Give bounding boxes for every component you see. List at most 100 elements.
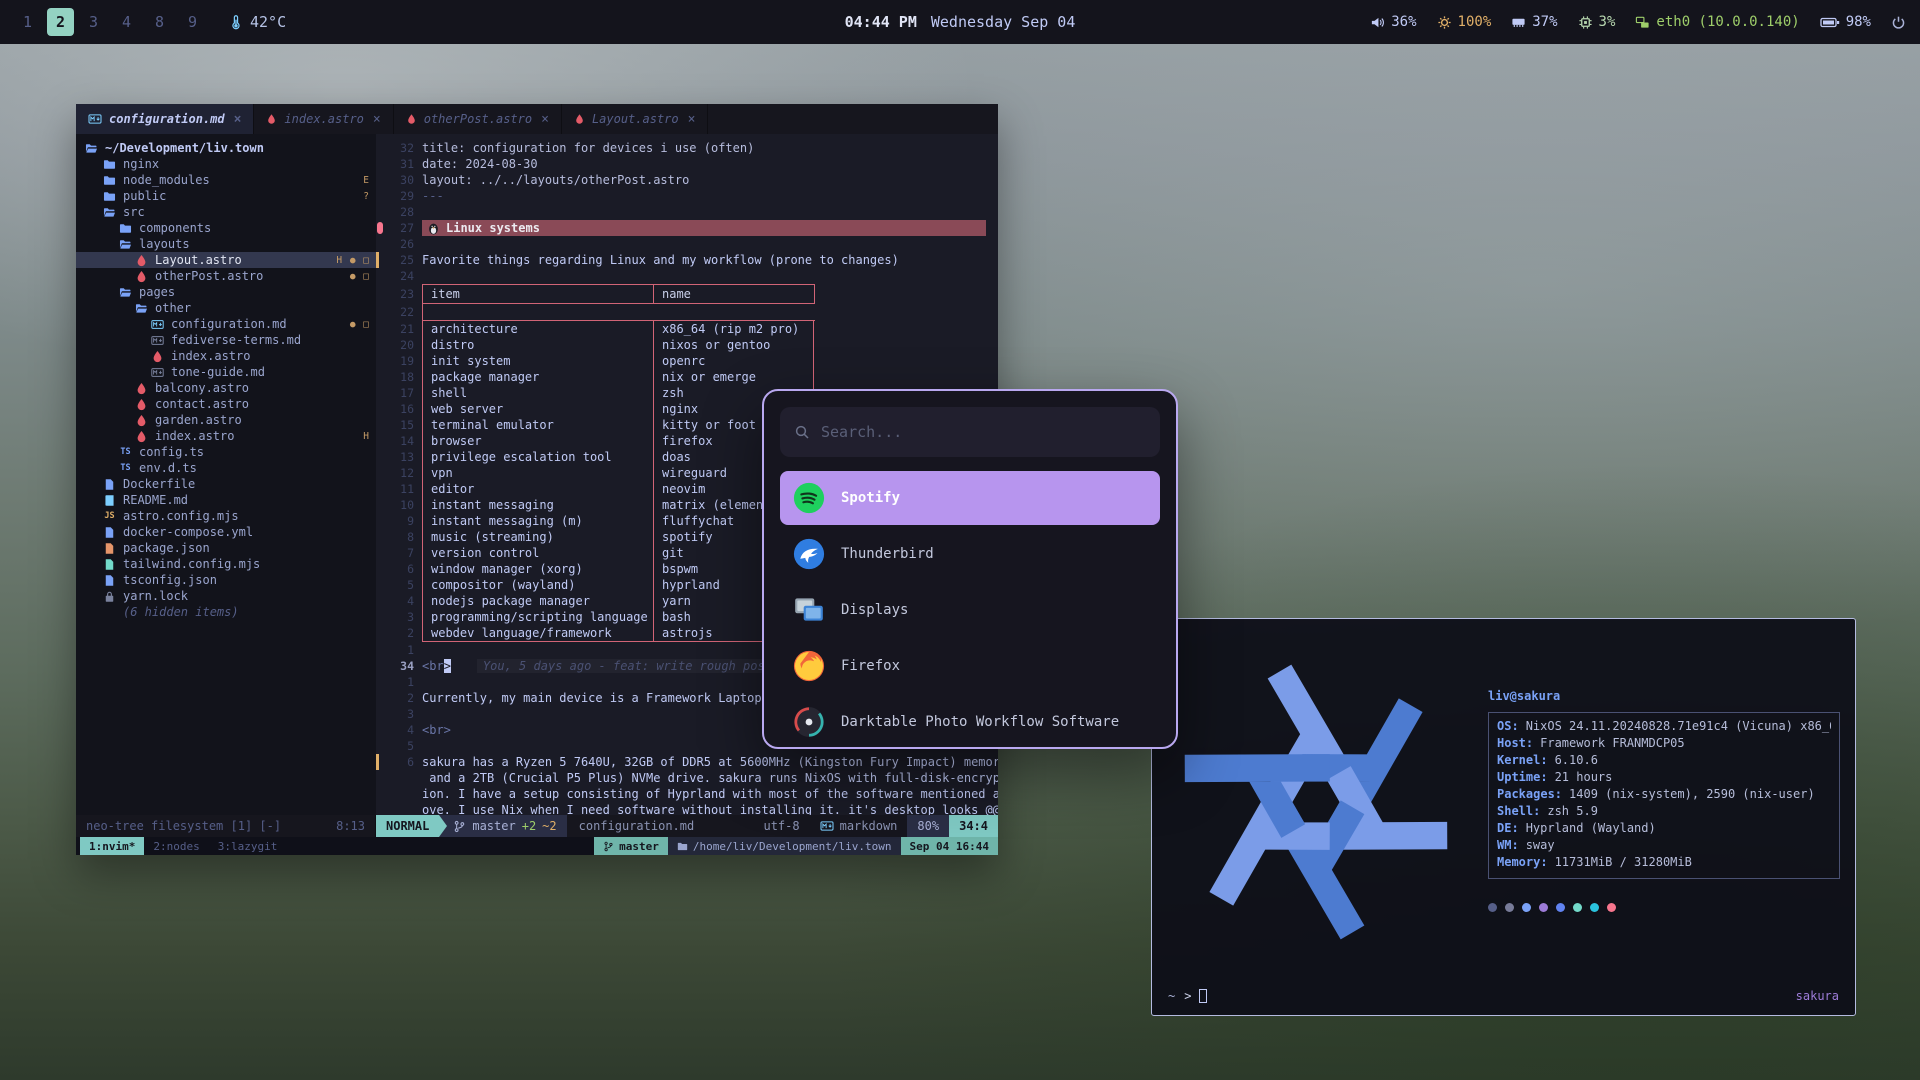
tree-item[interactable]: tailwind.config.mjs [76,556,376,572]
table-cell-item: editor [422,481,654,497]
cpu-module[interactable]: 3% [1578,14,1616,30]
workspace-1[interactable]: 1 [14,8,41,36]
table-cell-item: music (streaming) [422,529,654,545]
tab-configuration-md[interactable]: configuration.md × [76,104,254,134]
tree-item[interactable]: contact.astro [76,396,376,412]
search-input[interactable]: Search... [780,407,1160,457]
tree-item[interactable]: package.json [76,540,376,556]
battery-module[interactable]: 98% [1820,14,1871,30]
tree-item[interactable]: nginx [76,156,376,172]
editor-line-heading: 27 Linux systems [376,220,998,236]
workspace-2-active[interactable]: 2 [47,8,74,36]
close-icon[interactable]: × [688,112,696,127]
file-type-icon [135,398,148,411]
frontmatter-block: 32 title: configuration for devices i us… [376,140,998,204]
table-cell-name: x86_64 (rip m2 pro) [654,321,814,337]
editor-line: 26 [376,236,998,252]
git-status-marks: ? [357,191,370,202]
tree-item[interactable]: pages [76,284,376,300]
markdown-icon [820,820,834,832]
launcher-item-darktable[interactable]: Darktable Photo Workflow Software [780,695,1160,749]
info-value: sway [1526,838,1555,855]
info-label: Shell: [1497,804,1540,821]
tree-item[interactable]: index.astro H [76,428,376,444]
file-type-icon [103,478,116,491]
close-icon[interactable]: × [541,112,549,127]
tree-item[interactable]: tone-guide.md [76,364,376,380]
tree-item[interactable]: balcony.astro [76,380,376,396]
tree-item[interactable]: README.md [76,492,376,508]
tree-item[interactable]: ~/Development/liv.town [76,140,376,156]
markdown-icon [88,113,102,125]
close-icon[interactable]: × [373,112,381,127]
editor-line-intro: 25 Favorite things regarding Linux and m… [376,252,998,268]
tab-layout-astro[interactable]: Layout.astro × [562,104,709,134]
tree-item[interactable]: garden.astro [76,412,376,428]
tmux-windows: 1:nvim* 2:nodes 3:lazygit [80,837,286,855]
workspace-4[interactable]: 4 [113,8,140,36]
palette-dot [1522,903,1531,912]
tree-item[interactable]: TS env.d.ts [76,460,376,476]
tree-item[interactable]: fediverse-terms.md [76,332,376,348]
spotify-icon [792,481,826,515]
tree-item[interactable]: components [76,220,376,236]
clock: 04:44 PM Wednesday Sep 04 [845,13,1076,31]
tree-item[interactable]: TS config.ts [76,444,376,460]
tree-item-label: fediverse-terms.md [171,333,301,347]
workspace-8[interactable]: 8 [146,8,173,36]
file-type-icon [103,526,116,539]
gear-icon [1437,15,1452,30]
tmux-window[interactable]: 1:nvim* [80,837,144,855]
editor-line: 6 sakura has a Ryzen 5 7640U, 32GB of DD… [376,754,998,770]
battery-value: 98% [1846,14,1871,30]
close-icon[interactable]: × [234,112,242,127]
info-value: NixOS 24.11.20240828.71e91c4 (Vicuna) x8… [1526,719,1831,736]
file-type-icon [103,190,116,203]
tree-item[interactable]: yarn.lock [76,588,376,604]
tree-item[interactable]: Layout.astro H ● □ [76,252,376,268]
git-status-marks: ● □ [344,271,370,282]
tab-index-astro[interactable]: index.astro × [254,104,393,134]
file-type-icon [103,174,116,187]
tree-item[interactable]: layouts [76,236,376,252]
tree-item-label: balcony.astro [155,381,249,395]
volume-module[interactable]: 36% [1370,14,1416,30]
power-button[interactable] [1891,15,1906,30]
tree-item[interactable]: JS astro.config.mjs [76,508,376,524]
launcher-item-thunderbird[interactable]: Thunderbird [780,527,1160,581]
tree-item[interactable]: Dockerfile [76,476,376,492]
diagnostic-sign [376,220,386,236]
tree-item[interactable]: (6 hidden items) [76,604,376,620]
workspace-9[interactable]: 9 [179,8,206,36]
tree-item[interactable]: public ? [76,188,376,204]
tree-item[interactable]: index.astro [76,348,376,364]
tmux-window[interactable]: 3:lazygit [209,837,287,855]
memory-module[interactable]: 37% [1511,14,1557,30]
tree-item[interactable]: docker-compose.yml [76,524,376,540]
tree-item[interactable]: other [76,300,376,316]
network-module[interactable]: eth0 (10.0.0.140) [1635,14,1799,30]
memory-value: 37% [1532,14,1557,30]
git-change-sign [376,722,386,738]
workspace-3[interactable]: 3 [80,8,107,36]
backlight-module[interactable]: 100% [1437,14,1492,30]
tree-item-label: tone-guide.md [171,365,265,379]
astro-flame-icon [406,113,417,125]
launcher-item-displays[interactable]: Displays [780,583,1160,637]
tab-otherpost-astro[interactable]: otherPost.astro × [394,104,562,134]
session-name: sakura [1796,989,1839,1003]
launcher-item-spotify[interactable]: Spotify [780,471,1160,525]
tree-item[interactable]: otherPost.astro ● □ [76,268,376,284]
tree-item[interactable]: src [76,204,376,220]
tree-item-label: README.md [123,493,188,507]
tmux-window[interactable]: 2:nodes [144,837,208,855]
launcher-item-firefox[interactable]: Firefox [780,639,1160,693]
table-cell-item: webdev language/framework [422,625,654,641]
editor-line: and a 2TB (Crucial P5 Plus) NVMe drive. … [376,770,998,786]
tree-item[interactable]: node_modules E [76,172,376,188]
tree-item[interactable]: configuration.md ● □ [76,316,376,332]
shell-prompt[interactable]: ~ > [1168,989,1207,1003]
file-type-icon [103,606,116,619]
tree-item[interactable]: tsconfig.json [76,572,376,588]
git-change-sign [376,786,386,802]
